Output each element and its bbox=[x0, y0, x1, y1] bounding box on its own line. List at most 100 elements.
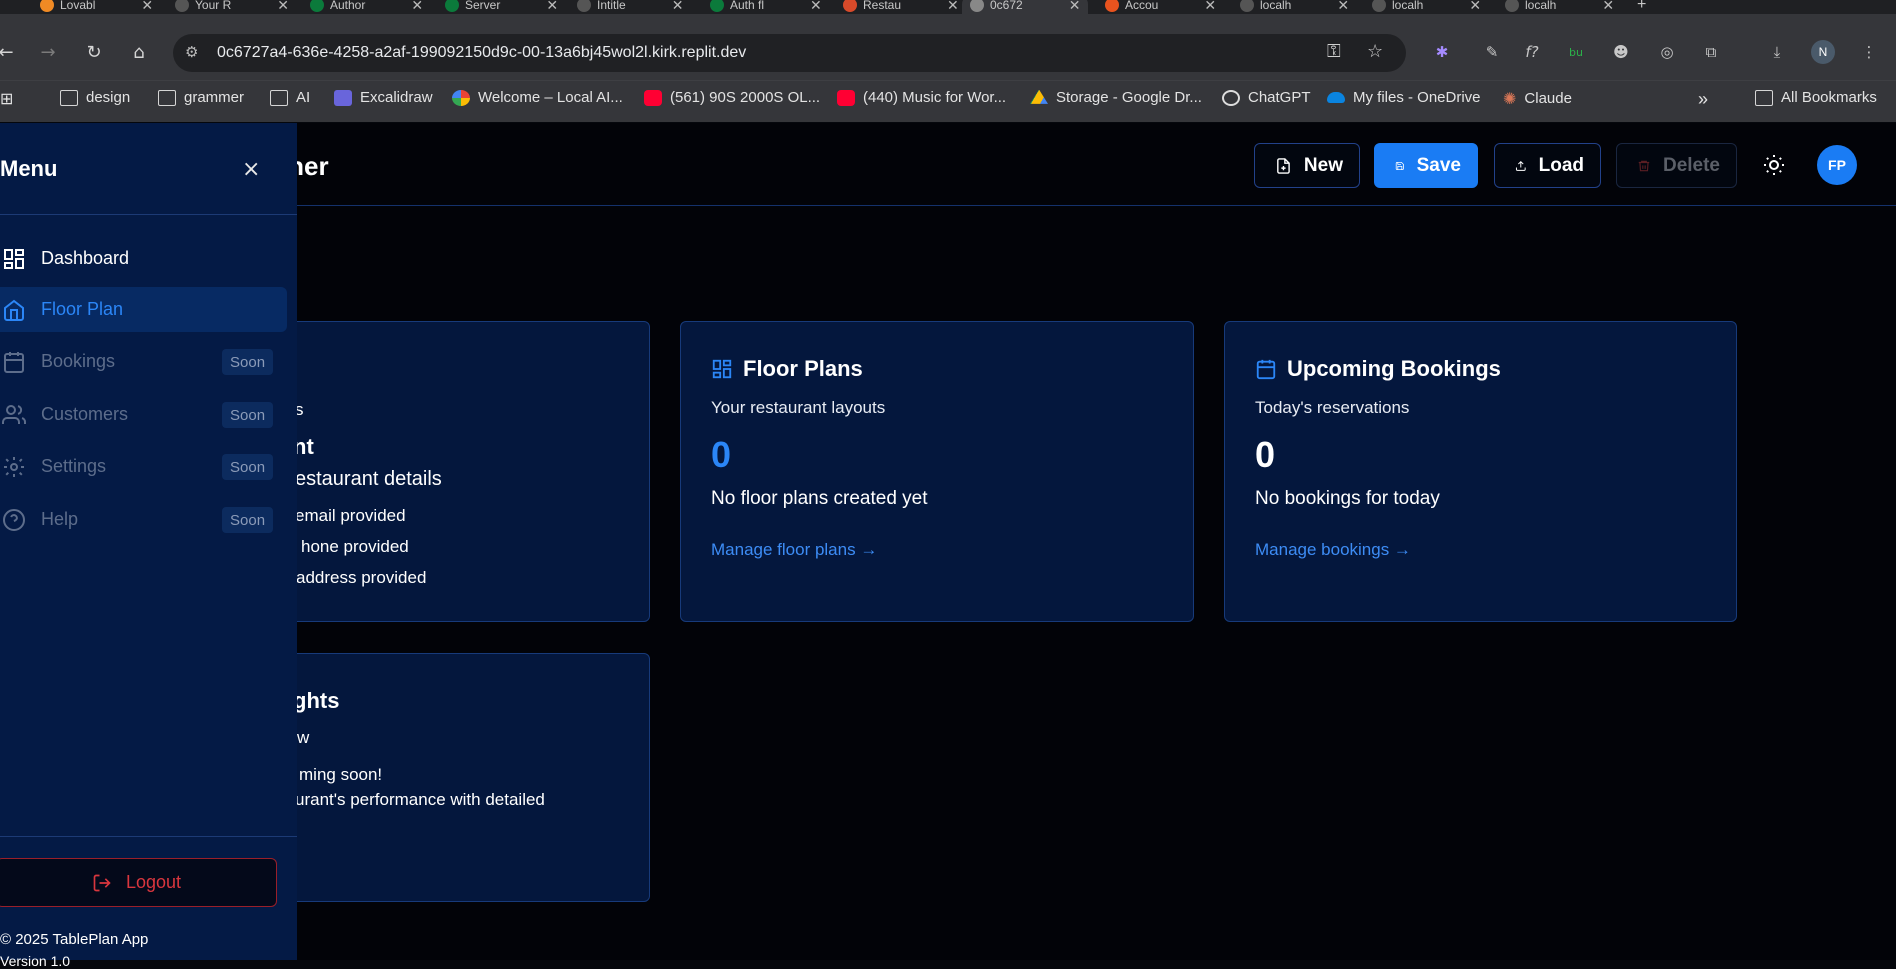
globe-icon bbox=[1240, 0, 1254, 12]
bookmarks-bar: ⊞ design grammer AI Excalidraw Welcome –… bbox=[0, 80, 1896, 122]
tab-favicon-icon bbox=[710, 0, 724, 12]
tab-close-icon[interactable]: ✕ bbox=[546, 0, 558, 14]
tab-close-icon[interactable]: ✕ bbox=[277, 0, 289, 14]
browser-tab[interactable]: Lovabl ✕ bbox=[40, 0, 153, 14]
load-button-label: Load bbox=[1538, 154, 1584, 176]
card-title: ghts bbox=[293, 688, 340, 713]
reload-icon[interactable]: ↻ bbox=[82, 40, 106, 64]
bookmark-folder[interactable]: design bbox=[60, 89, 130, 106]
tab-close-icon[interactable]: ✕ bbox=[1204, 0, 1216, 14]
sun-theme-toggle-icon[interactable] bbox=[1762, 153, 1786, 177]
browser-menu-icon[interactable]: ⋮ bbox=[1858, 41, 1880, 63]
sidebar-item-help[interactable]: Help Soon bbox=[0, 497, 287, 542]
new-tab-button[interactable]: + bbox=[1637, 0, 1646, 14]
bookmark-link[interactable]: ChatGPT bbox=[1222, 89, 1311, 106]
sidebar-item-customers[interactable]: Customers Soon bbox=[0, 392, 287, 437]
tab-close-icon[interactable]: ✕ bbox=[411, 0, 423, 14]
tab-favicon-icon bbox=[445, 0, 459, 12]
tab-label: Accou bbox=[1125, 0, 1159, 12]
restaurant-card: t s nt estaurant details email provided … bbox=[240, 321, 650, 622]
browser-tab[interactable]: localh ✕ bbox=[1240, 0, 1349, 14]
browser-tab[interactable]: Accou ✕ bbox=[1105, 0, 1216, 14]
bookmarks-overflow-button[interactable]: » bbox=[1698, 89, 1708, 110]
bookmark-folder[interactable]: AI bbox=[270, 89, 310, 106]
browser-tab[interactable]: Restau ✕ bbox=[843, 0, 959, 14]
bookmark-link[interactable]: (561) 90S 2000S OL... bbox=[644, 89, 820, 106]
tab-close-icon[interactable]: ✕ bbox=[1602, 0, 1614, 14]
tab-close-icon[interactable]: ✕ bbox=[672, 0, 684, 14]
browser-tab-strip: Lovabl ✕ Your R ✕ Author ✕ Server ✕ Intitle ✕… bbox=[0, 0, 1896, 14]
browser-tab[interactable]: Server ✕ bbox=[445, 0, 558, 14]
tab-label: Author bbox=[330, 0, 366, 12]
trash-icon bbox=[1638, 160, 1650, 171]
tab-label: Auth fl bbox=[730, 0, 765, 12]
bookmark-link[interactable]: ✺ Claude bbox=[1503, 89, 1572, 108]
tab-close-icon[interactable]: ✕ bbox=[810, 0, 822, 14]
tab-close-icon[interactable]: ✕ bbox=[1469, 0, 1481, 14]
extensions-puzzle-icon[interactable]: ⧉ bbox=[1700, 41, 1722, 63]
manage-bookings-link[interactable]: Manage bookings → bbox=[1255, 540, 1411, 560]
back-icon[interactable]: ← bbox=[0, 40, 18, 64]
browser-profile-avatar[interactable]: N bbox=[1811, 40, 1835, 64]
browser-tab[interactable]: localh ✕ bbox=[1505, 0, 1614, 14]
bookmark-label: (440) Music for Wor... bbox=[863, 89, 1007, 106]
bookmark-star-icon[interactable]: ☆ bbox=[1367, 41, 1383, 62]
close-icon[interactable]: × bbox=[242, 157, 260, 182]
all-bookmarks-button[interactable]: All Bookmarks bbox=[1755, 89, 1877, 106]
bookmark-link[interactable]: My files - OneDrive bbox=[1327, 89, 1481, 106]
browser-tab[interactable]: localh ✕ bbox=[1372, 0, 1481, 14]
browser-tab[interactable]: Author ✕ bbox=[310, 0, 423, 14]
browser-tab-active[interactable]: 0c672 ✕ bbox=[962, 0, 1089, 14]
extension-face-icon[interactable]: ☻ bbox=[1610, 41, 1632, 63]
logout-button[interactable]: Logout bbox=[0, 858, 277, 907]
load-button[interactable]: Load bbox=[1494, 143, 1601, 188]
home-icon[interactable]: ⌂ bbox=[127, 40, 151, 64]
user-avatar[interactable]: FP bbox=[1817, 145, 1857, 185]
password-key-icon[interactable]: ⚿ bbox=[1327, 41, 1341, 62]
soon-badge: Soon bbox=[222, 349, 274, 375]
chatgpt-icon bbox=[1222, 89, 1240, 106]
tab-close-icon[interactable]: ✕ bbox=[141, 0, 153, 14]
url-text[interactable]: 0c6727a4-636e-4258-a2af-199092150d9c-00-… bbox=[217, 44, 746, 62]
extension-compass-icon[interactable]: ◎ bbox=[1656, 41, 1678, 63]
browser-tab[interactable]: Intitle ✕ bbox=[577, 0, 683, 14]
github-icon bbox=[175, 0, 189, 12]
bookmark-label: grammer bbox=[184, 89, 245, 106]
bookmark-folder[interactable]: grammer bbox=[158, 89, 244, 106]
email-line: email provided bbox=[295, 506, 406, 525]
download-icon[interactable]: ⤓ bbox=[1766, 41, 1788, 63]
bookmark-link[interactable]: Excalidraw bbox=[334, 89, 433, 106]
browser-tab[interactable]: Auth fl ✕ bbox=[710, 0, 822, 14]
tab-close-icon[interactable]: ✕ bbox=[1337, 0, 1349, 14]
sidebar-item-label: Settings bbox=[41, 456, 107, 476]
github-icon bbox=[577, 0, 591, 12]
bookmark-link[interactable]: Storage - Google Dr... bbox=[1030, 89, 1202, 106]
delete-button[interactable]: Delete bbox=[1616, 143, 1737, 188]
bookmark-label: Storage - Google Dr... bbox=[1056, 89, 1202, 106]
card-description: No floor plans created yet bbox=[711, 488, 928, 509]
site-info-icon[interactable]: ⚙ bbox=[185, 43, 198, 61]
forward-icon[interactable]: → bbox=[36, 40, 60, 64]
card-title-text: Upcoming Bookings bbox=[1287, 356, 1501, 381]
browser-tab[interactable]: Your R ✕ bbox=[175, 0, 289, 14]
sidebar-item-dashboard[interactable]: Dashboard bbox=[0, 236, 287, 281]
delete-button-label: Delete bbox=[1662, 154, 1720, 176]
bookmark-link[interactable]: (440) Music for Wor... bbox=[837, 89, 1006, 106]
sidebar-item-bookings[interactable]: Bookings Soon bbox=[0, 339, 287, 384]
new-button[interactable]: New bbox=[1254, 143, 1360, 188]
extension-fx-icon[interactable]: f? bbox=[1521, 41, 1543, 63]
save-button[interactable]: Save bbox=[1374, 143, 1478, 188]
extension-bu-icon[interactable]: bu bbox=[1565, 41, 1587, 63]
manage-floor-plans-link[interactable]: Manage floor plans → bbox=[711, 540, 877, 560]
bookmark-link[interactable]: Welcome – Local AI... bbox=[452, 89, 623, 106]
address-line: address provided bbox=[296, 568, 427, 587]
extension-pen-icon[interactable]: ✎ bbox=[1481, 41, 1503, 63]
tab-close-icon[interactable]: ✕ bbox=[1069, 0, 1081, 14]
tab-close-icon[interactable]: ✕ bbox=[947, 0, 959, 14]
tab-label: localh bbox=[1392, 0, 1424, 12]
apps-grid-icon[interactable]: ⊞ bbox=[0, 89, 13, 109]
sidebar-item-floor-plan[interactable]: Floor Plan bbox=[0, 287, 287, 332]
extension-gear-icon[interactable]: ✱ bbox=[1431, 41, 1453, 63]
address-bar[interactable]: ⚙ 0c6727a4-636e-4258-a2af-199092150d9c-0… bbox=[173, 34, 1406, 72]
sidebar-item-settings[interactable]: Settings Soon bbox=[0, 444, 287, 489]
